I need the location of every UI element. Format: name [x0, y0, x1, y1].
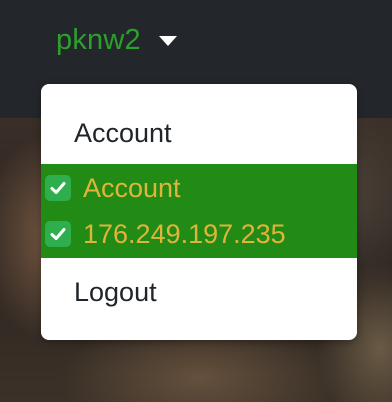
- username-label[interactable]: pknw2: [56, 24, 141, 57]
- menu-item-label: Account: [74, 117, 172, 148]
- menu-item-account-header[interactable]: Account: [41, 110, 357, 156]
- menu-item-label: 176.249.197.235: [83, 218, 286, 249]
- menu-item-label: Account: [83, 172, 181, 203]
- menu-item-ip-address[interactable]: 176.249.197.235: [41, 212, 357, 256]
- menu-item-account-active[interactable]: Account: [41, 166, 357, 210]
- user-dropdown-menu: Account Account 176.249.197.235 Logout: [41, 84, 357, 340]
- menu-item-label: Logout: [74, 276, 157, 307]
- menu-item-logout[interactable]: Logout: [41, 270, 357, 314]
- check-mark-icon: [45, 175, 71, 201]
- caret-down-icon[interactable]: [158, 36, 177, 46]
- user-menu-toggle[interactable]: pknw2: [56, 20, 177, 60]
- check-mark-icon: [45, 221, 71, 247]
